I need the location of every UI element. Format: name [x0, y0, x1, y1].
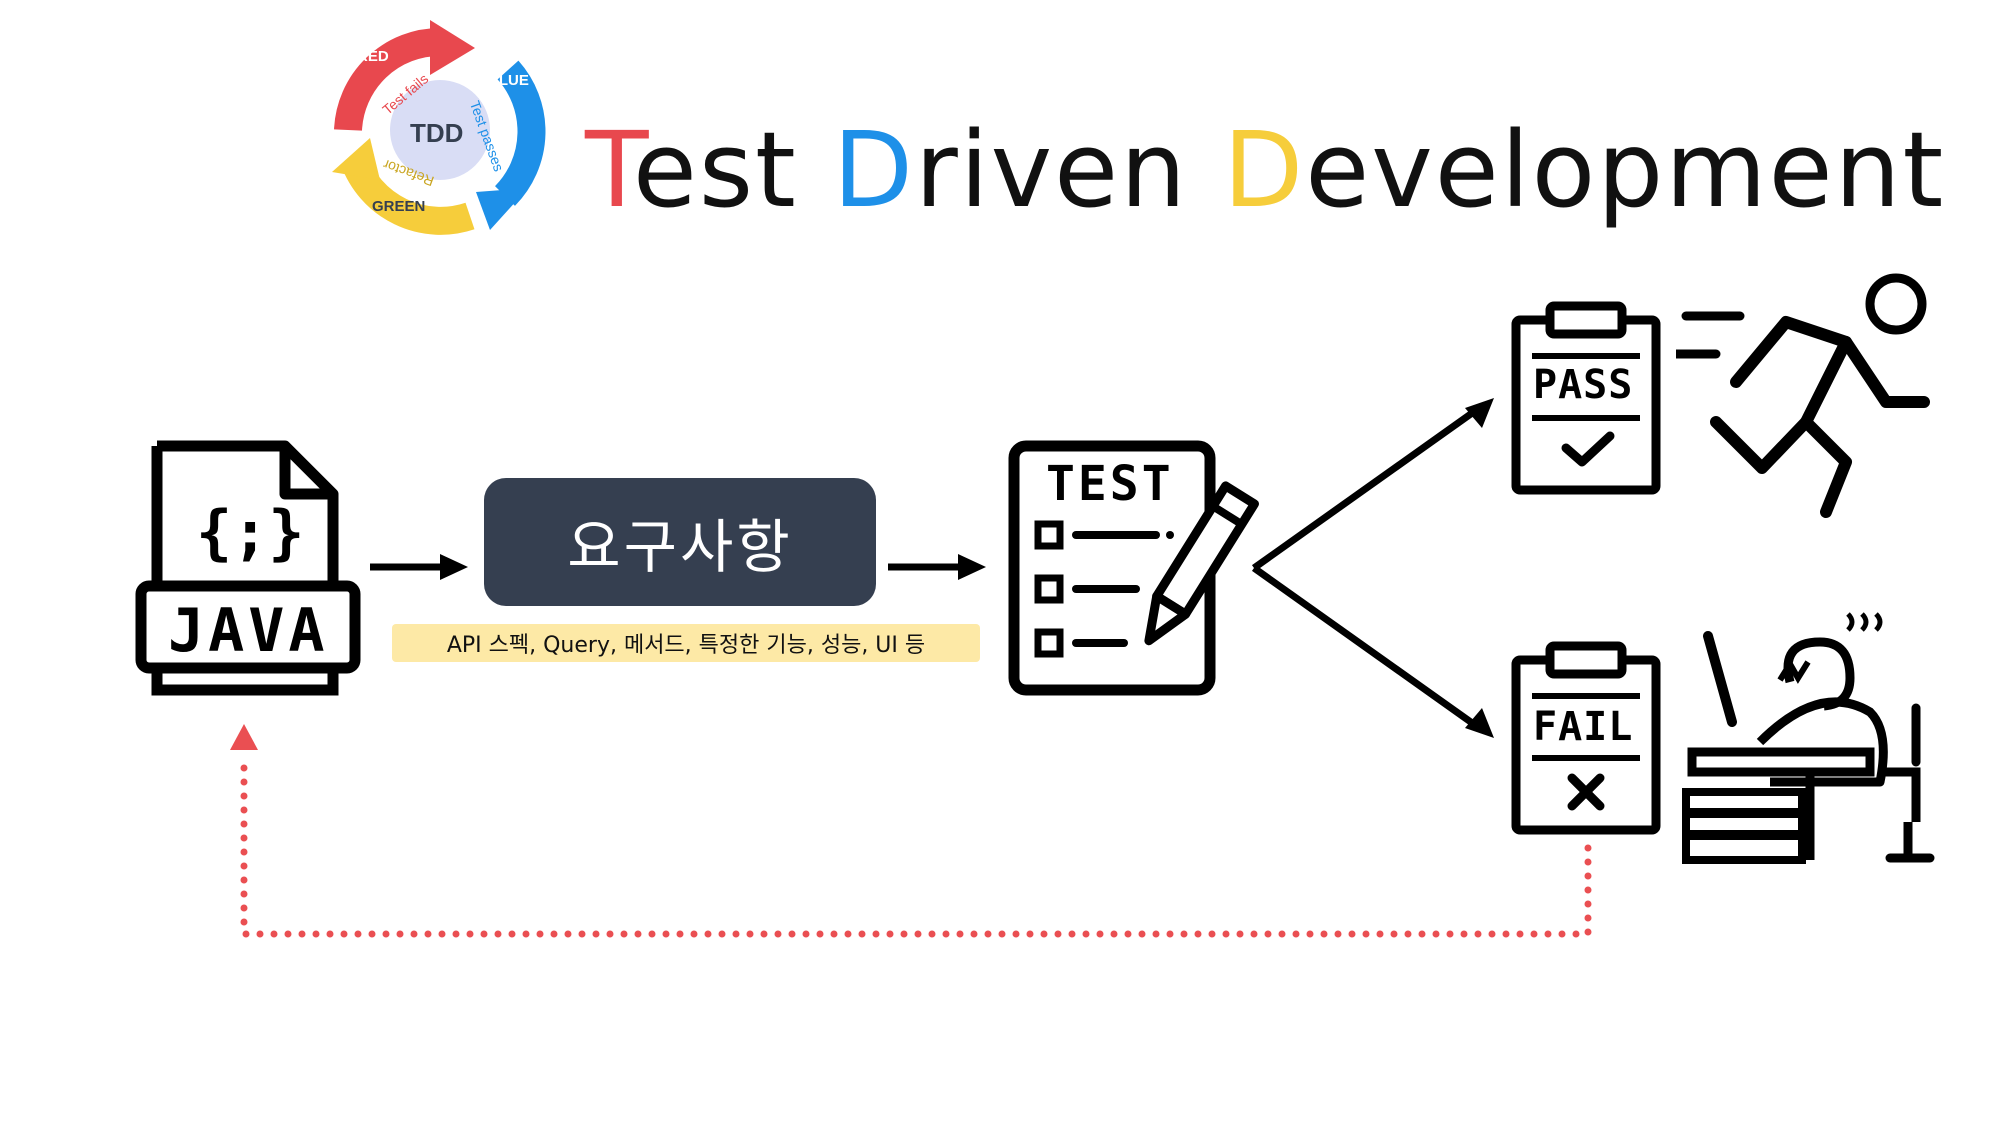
title-letter-t: T	[585, 109, 633, 231]
tdd-center-label: TDD	[410, 118, 464, 148]
branch-arrows	[1251, 398, 1494, 738]
pass-label: PASS	[1533, 362, 1634, 408]
requirements-note-text: API 스펙, Query, 메서드, 특정한 기능, 성능, UI 등	[446, 633, 926, 658]
feedback-loop-arrow	[230, 724, 1592, 938]
title-letter-d1: D	[832, 109, 915, 231]
tdd-diagram: RED BLUE GREEN TDD Test fails Test passe…	[0, 0, 2000, 1125]
stressed-person-icon	[1682, 612, 1935, 864]
pencil-icon	[1144, 481, 1259, 646]
title-letter-d2: D	[1223, 109, 1306, 231]
page-title: Test Driven Development	[585, 118, 1945, 222]
title-part-est: est	[632, 109, 833, 231]
java-label: JAVA	[168, 596, 329, 666]
requirements-label: 요구사항	[567, 513, 793, 581]
tdd-red-label: RED	[357, 48, 389, 65]
java-brace-text: {;}	[196, 498, 305, 568]
arrow-java-to-requirements	[370, 554, 468, 580]
title-part-riven: riven	[914, 109, 1224, 231]
tdd-green-label: GREEN	[372, 198, 426, 215]
requirements-box: 요구사항	[484, 478, 876, 606]
title-part-evelopment: evelopment	[1305, 109, 1946, 231]
running-person-icon	[1676, 273, 1930, 518]
arrow-requirements-to-test	[888, 554, 986, 580]
requirements-note: API 스펙, Query, 메서드, 특정한 기능, 성능, UI 등	[392, 624, 980, 662]
tdd-blue-label: BLUE	[488, 72, 529, 89]
